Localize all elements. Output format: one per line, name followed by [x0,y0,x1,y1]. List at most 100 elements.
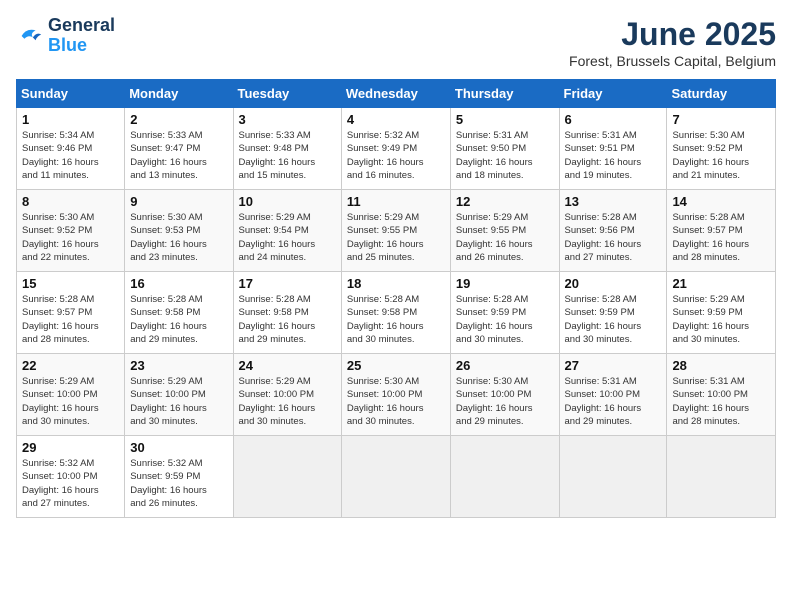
day-number-4: 4 [347,112,445,127]
week-row-1: 1 Sunrise: 5:34 AM Sunset: 9:46 PM Daylig… [17,108,776,190]
day-cell-1: 1 Sunrise: 5:34 AM Sunset: 9:46 PM Daylig… [17,108,125,190]
day-number-27: 27 [565,358,662,373]
day-number-6: 6 [565,112,662,127]
day-info-4: Sunrise: 5:32 AM Sunset: 9:49 PM Dayligh… [347,129,445,182]
logo-icon [16,22,44,50]
day-info-23: Sunrise: 5:29 AM Sunset: 10:00 PM Daylig… [130,375,227,428]
day-number-24: 24 [239,358,336,373]
day-number-11: 11 [347,194,445,209]
day-info-16: Sunrise: 5:28 AM Sunset: 9:58 PM Dayligh… [130,293,227,346]
day-cell-8: 8Sunrise: 5:30 AM Sunset: 9:52 PM Daylig… [17,190,125,272]
day-number-18: 18 [347,276,445,291]
day-cell-22: 22Sunrise: 5:29 AM Sunset: 10:00 PM Dayl… [17,354,125,436]
day-number-7: 7 [672,112,770,127]
day-info-7: Sunrise: 5:30 AM Sunset: 9:52 PM Dayligh… [672,129,770,182]
day-cell-2: 2Sunrise: 5:33 AM Sunset: 9:47 PM Daylig… [125,108,233,190]
day-info-22: Sunrise: 5:29 AM Sunset: 10:00 PM Daylig… [22,375,119,428]
day-info-29: Sunrise: 5:32 AM Sunset: 10:00 PM Daylig… [22,457,119,510]
day-number-28: 28 [672,358,770,373]
title-block: June 2025 Forest, Brussels Capital, Belg… [569,16,776,69]
day-cell-27: 27 Sunrise: 5:31 AM Sunset: 10:00 PM Dayl… [559,354,667,436]
day-cell-9: 9Sunrise: 5:30 AM Sunset: 9:53 PM Daylig… [125,190,233,272]
day-number-17: 17 [239,276,336,291]
day-info-24: Sunrise: 5:29 AM Sunset: 10:00 PM Daylig… [239,375,336,428]
day-info-27: Sunrise: 5:31 AM Sunset: 10:00 PM Daylig… [565,375,662,428]
day-number-10: 10 [239,194,336,209]
day-info-12: Sunrise: 5:29 AM Sunset: 9:55 PM Dayligh… [456,211,554,264]
day-number-26: 26 [456,358,554,373]
header-tuesday: Tuesday [233,80,341,108]
header-monday: Monday [125,80,233,108]
day-number-25: 25 [347,358,445,373]
day-info-19: Sunrise: 5:28 AM Sunset: 9:59 PM Dayligh… [456,293,554,346]
day-cell-6: 6 Sunrise: 5:31 AM Sunset: 9:51 PM Daylig… [559,108,667,190]
header-friday: Friday [559,80,667,108]
day-number-21: 21 [672,276,770,291]
header-sunday: Sunday [17,80,125,108]
day-info-30: Sunrise: 5:32 AM Sunset: 9:59 PM Dayligh… [130,457,227,510]
logo-text: General Blue [48,16,115,56]
day-number-2: 2 [130,112,227,127]
day-cell-14: 14 Sunrise: 5:28 AM Sunset: 9:57 PM Dayli… [667,190,776,272]
week-row-3: 15 Sunrise: 5:28 AM Sunset: 9:57 PM Dayli… [17,272,776,354]
day-number-3: 3 [239,112,336,127]
empty-cell [450,436,559,518]
day-cell-5: 5 Sunrise: 5:31 AM Sunset: 9:50 PM Daylig… [450,108,559,190]
page-header: General Blue June 2025 Forest, Brussels … [16,16,776,69]
day-cell-25: 25 Sunrise: 5:30 AM Sunset: 10:00 PM Dayl… [341,354,450,436]
day-cell-10: 10Sunrise: 5:29 AM Sunset: 9:54 PM Dayli… [233,190,341,272]
empty-cell [341,436,450,518]
day-info-1: Sunrise: 5:34 AM Sunset: 9:46 PM Dayligh… [22,129,119,182]
day-info-15: Sunrise: 5:28 AM Sunset: 9:57 PM Dayligh… [22,293,119,346]
day-number-16: 16 [130,276,227,291]
month-title: June 2025 [569,16,776,53]
day-info-21: Sunrise: 5:29 AM Sunset: 9:59 PM Dayligh… [672,293,770,346]
day-number-8: 8 [22,194,119,209]
day-cell-20: 20 Sunrise: 5:28 AM Sunset: 9:59 PM Dayli… [559,272,667,354]
day-cell-7: 7 Sunrise: 5:30 AM Sunset: 9:52 PM Daylig… [667,108,776,190]
day-cell-12: 12Sunrise: 5:29 AM Sunset: 9:55 PM Dayli… [450,190,559,272]
week-row-2: 8Sunrise: 5:30 AM Sunset: 9:52 PM Daylig… [17,190,776,272]
day-cell-4: 4 Sunrise: 5:32 AM Sunset: 9:49 PM Daylig… [341,108,450,190]
day-cell-30: 30Sunrise: 5:32 AM Sunset: 9:59 PM Dayli… [125,436,233,518]
day-info-25: Sunrise: 5:30 AM Sunset: 10:00 PM Daylig… [347,375,445,428]
day-info-6: Sunrise: 5:31 AM Sunset: 9:51 PM Dayligh… [565,129,662,182]
day-cell-18: 18 Sunrise: 5:28 AM Sunset: 9:58 PM Dayli… [341,272,450,354]
day-cell-29: 29Sunrise: 5:32 AM Sunset: 10:00 PM Dayl… [17,436,125,518]
day-info-14: Sunrise: 5:28 AM Sunset: 9:57 PM Dayligh… [672,211,770,264]
day-info-13: Sunrise: 5:28 AM Sunset: 9:56 PM Dayligh… [565,211,662,264]
header-saturday: Saturday [667,80,776,108]
day-number-9: 9 [130,194,227,209]
day-number-1: 1 [22,112,119,127]
location: Forest, Brussels Capital, Belgium [569,53,776,69]
day-cell-3: 3Sunrise: 5:33 AM Sunset: 9:48 PM Daylig… [233,108,341,190]
day-number-19: 19 [456,276,554,291]
day-info-20: Sunrise: 5:28 AM Sunset: 9:59 PM Dayligh… [565,293,662,346]
day-info-5: Sunrise: 5:31 AM Sunset: 9:50 PM Dayligh… [456,129,554,182]
day-cell-13: 13 Sunrise: 5:28 AM Sunset: 9:56 PM Dayli… [559,190,667,272]
day-info-26: Sunrise: 5:30 AM Sunset: 10:00 PM Daylig… [456,375,554,428]
day-info-17: Sunrise: 5:28 AM Sunset: 9:58 PM Dayligh… [239,293,336,346]
day-cell-19: 19 Sunrise: 5:28 AM Sunset: 9:59 PM Dayli… [450,272,559,354]
day-number-5: 5 [456,112,554,127]
empty-cell [559,436,667,518]
day-number-15: 15 [22,276,119,291]
header-thursday: Thursday [450,80,559,108]
day-cell-21: 21 Sunrise: 5:29 AM Sunset: 9:59 PM Dayli… [667,272,776,354]
day-info-18: Sunrise: 5:28 AM Sunset: 9:58 PM Dayligh… [347,293,445,346]
day-cell-11: 11Sunrise: 5:29 AM Sunset: 9:55 PM Dayli… [341,190,450,272]
day-cell-23: 23 Sunrise: 5:29 AM Sunset: 10:00 PM Dayl… [125,354,233,436]
day-number-13: 13 [565,194,662,209]
day-cell-28: 28Sunrise: 5:31 AM Sunset: 10:00 PM Dayl… [667,354,776,436]
day-number-20: 20 [565,276,662,291]
day-number-23: 23 [130,358,227,373]
day-number-14: 14 [672,194,770,209]
calendar-table: Sunday Monday Tuesday Wednesday Thursday… [16,79,776,518]
week-row-5: 29Sunrise: 5:32 AM Sunset: 10:00 PM Dayl… [17,436,776,518]
day-cell-17: 17 Sunrise: 5:28 AM Sunset: 9:58 PM Dayli… [233,272,341,354]
logo: General Blue [16,16,115,56]
empty-cell [233,436,341,518]
week-row-4: 22Sunrise: 5:29 AM Sunset: 10:00 PM Dayl… [17,354,776,436]
day-cell-24: 24 Sunrise: 5:29 AM Sunset: 10:00 PM Dayl… [233,354,341,436]
header-wednesday: Wednesday [341,80,450,108]
